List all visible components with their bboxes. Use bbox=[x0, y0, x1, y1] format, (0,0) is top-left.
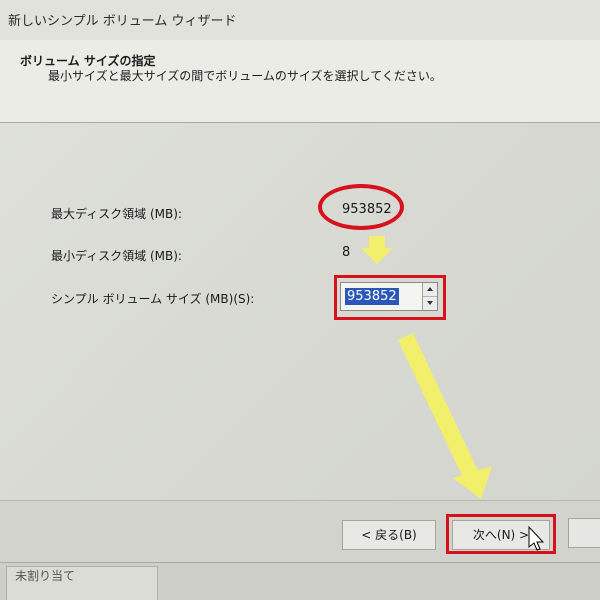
annotation-overlay bbox=[361, 236, 545, 551]
screen: 新しいシンプル ボリューム ウィザード ボリューム サイズの指定 最小サイズと最… bbox=[0, 0, 600, 600]
short-arrow-icon bbox=[361, 236, 393, 264]
long-arrow-icon bbox=[398, 333, 492, 499]
mouse-cursor-icon bbox=[528, 525, 545, 551]
